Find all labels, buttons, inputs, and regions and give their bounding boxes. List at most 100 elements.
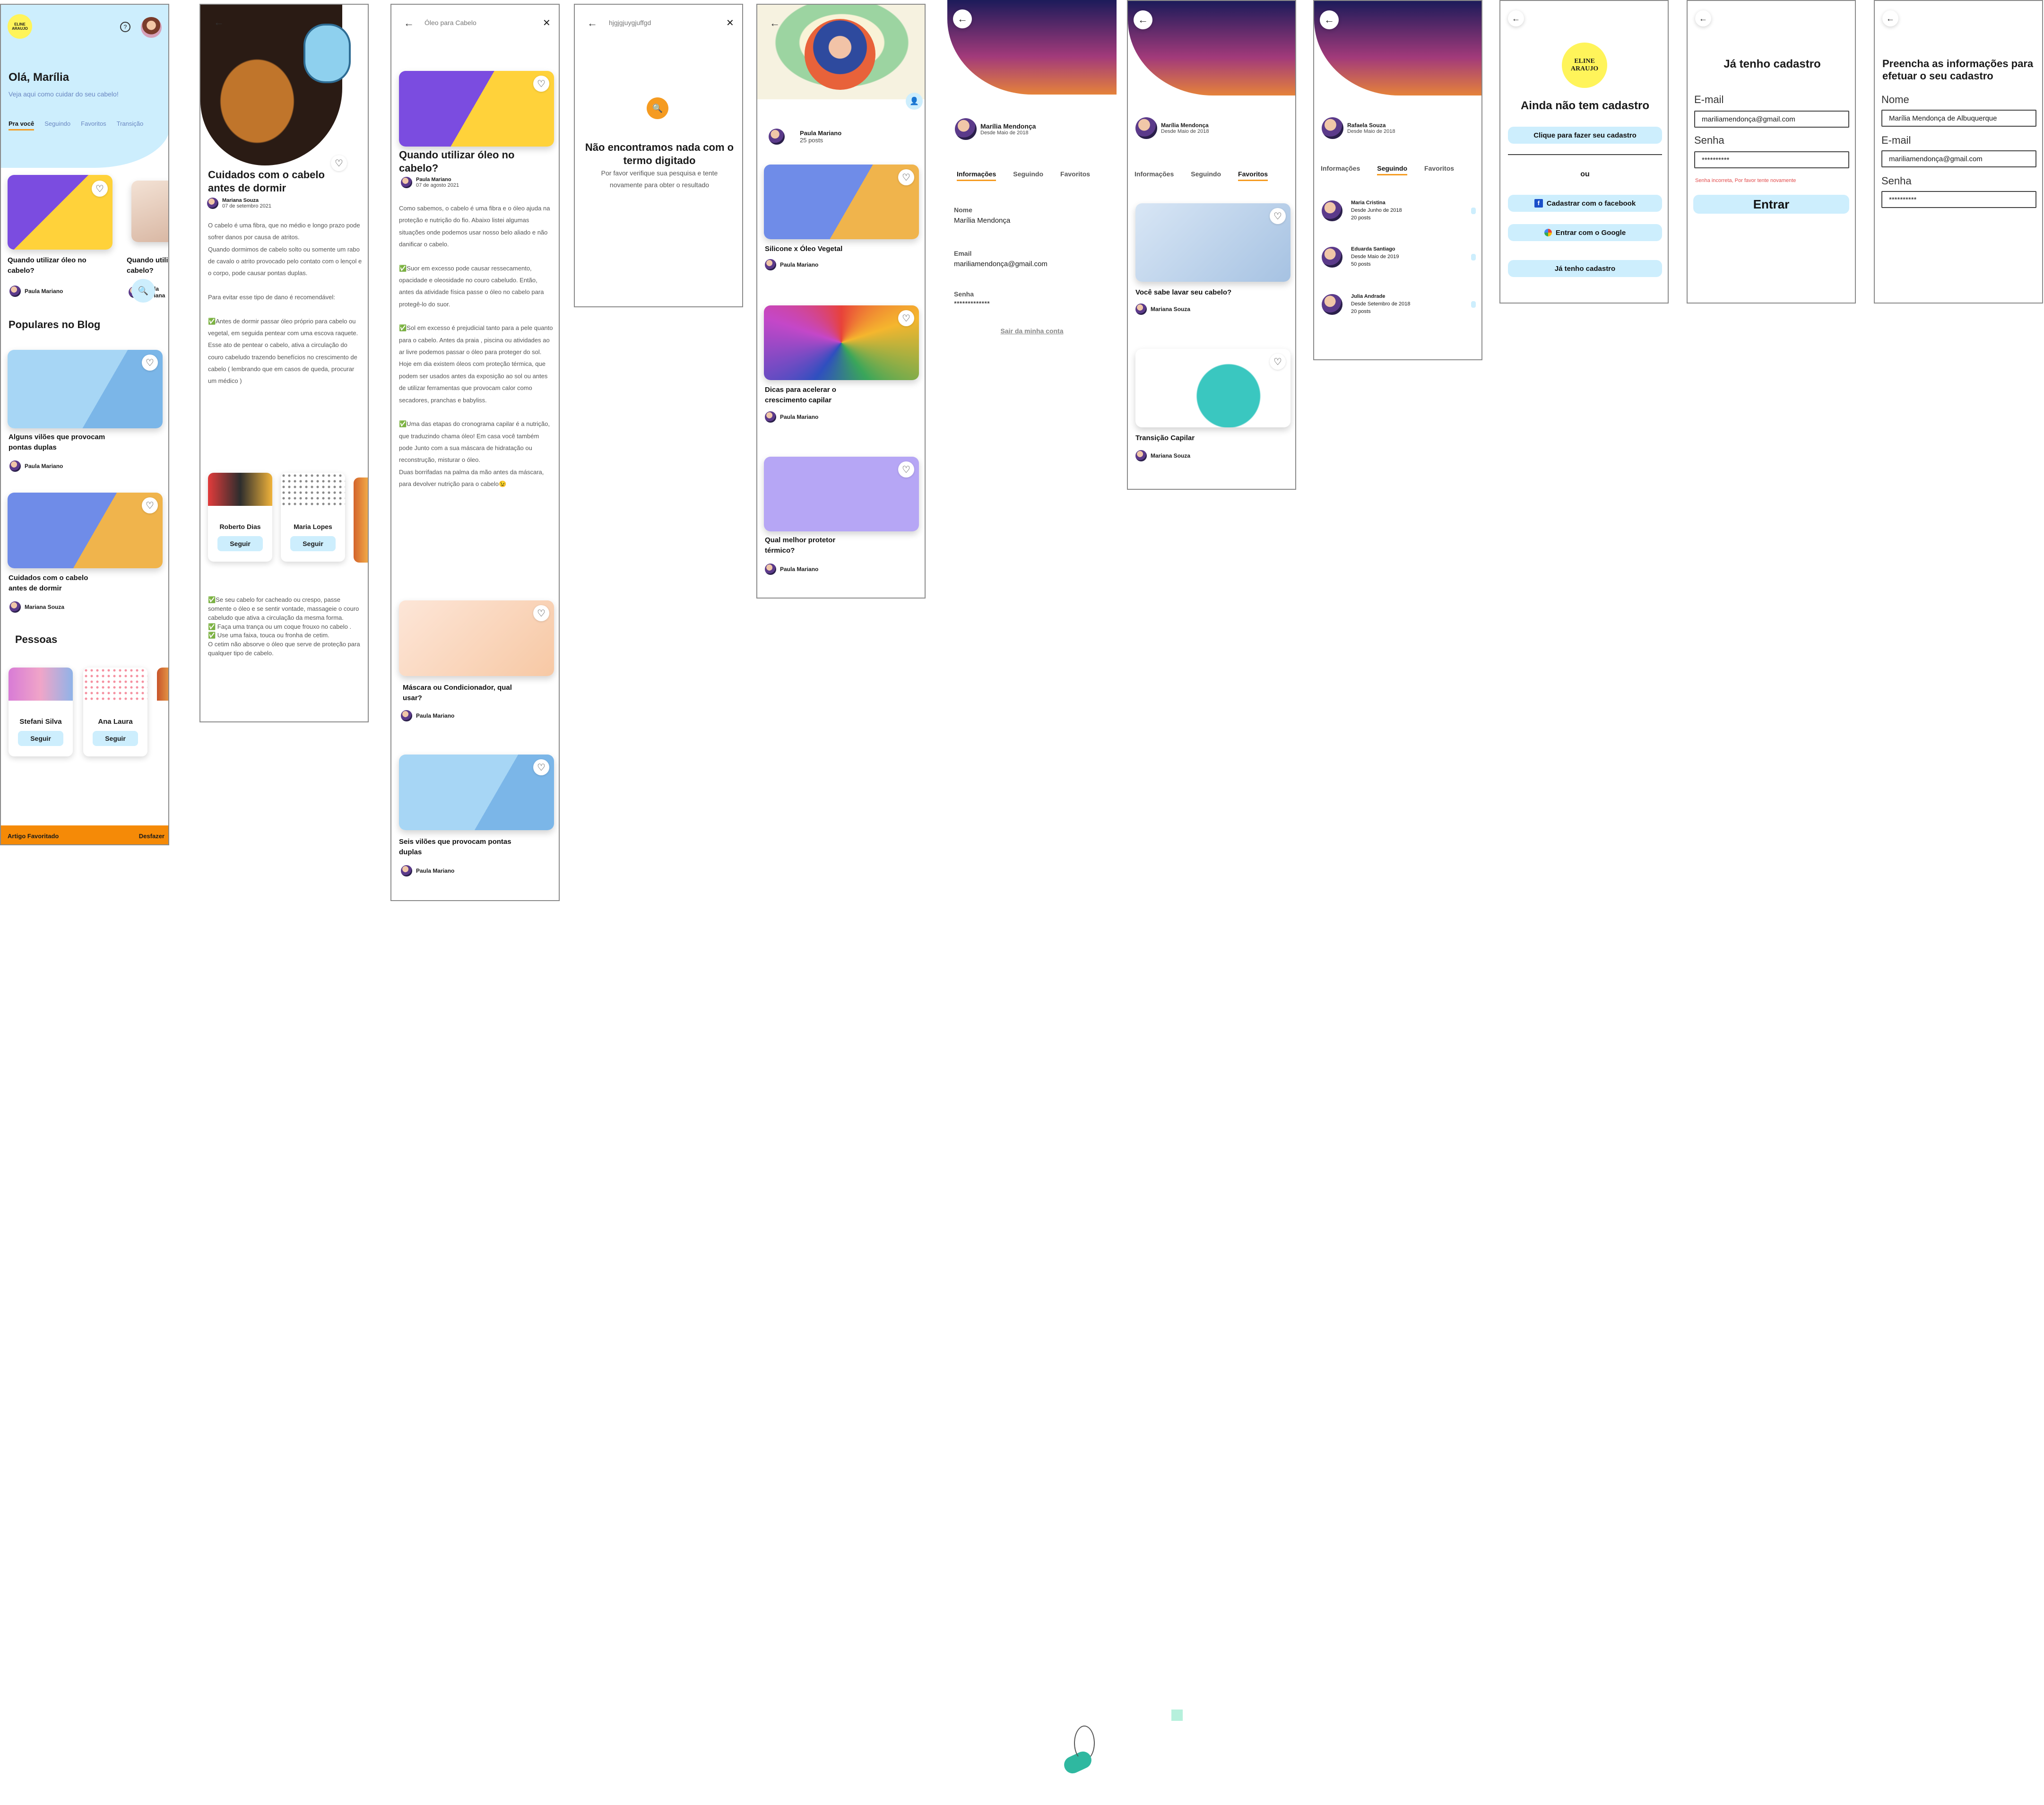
password-value: ************* [954,300,990,308]
following-item[interactable]: Julia Andrade Desde Setembro de 2018 20 … [1322,293,1476,316]
author-article-title-2[interactable]: Dicas para acelerar o crescimento capila… [765,385,859,406]
back-arrow-icon[interactable]: ← [770,17,780,29]
google-button[interactable]: Entrar com o Google [1508,224,1662,241]
follow-button[interactable]: Seguir [217,536,263,551]
back-arrow-icon[interactable]: ← [1508,10,1524,26]
tab-informacoes[interactable]: Informações [1135,170,1174,181]
email-field[interactable]: mariliamendonça@gmail.com [1694,111,1849,128]
tab-transicao[interactable]: Transição [117,120,144,130]
back-arrow-icon[interactable]: ← [1320,10,1339,29]
signup-button[interactable]: Clique para fazer seu cadastro [1508,127,1662,144]
heart-icon[interactable]: ♡ [1270,208,1286,224]
author-article-image[interactable]: ♡ [764,165,919,239]
tab-seguindo[interactable]: Seguindo [1377,165,1408,175]
related-title[interactable]: Máscara ou Condicionador, qual usar? [403,683,516,703]
favorite-title[interactable]: Você sabe lavar seu cabelo? [1135,287,1231,298]
close-icon[interactable]: ✕ [726,17,734,29]
featured-title[interactable]: Quando utilizar óleo no cabelo? [8,255,102,276]
back-arrow-icon[interactable]: ← [1882,10,1898,26]
person-card[interactable]: Ana Laura Seguir [83,668,147,756]
password-field[interactable]: ********** [1881,191,2036,208]
author-avatar [207,198,218,209]
popular-title-2[interactable]: Cuidados com o cabelo antes de dormir [9,573,103,594]
heart-icon[interactable]: ♡ [898,310,914,326]
article-body: Como sabemos, o cabelo é uma fibra e o ó… [399,205,553,487]
name-field[interactable]: Marília Mendonça de Albuquerque [1881,110,2036,127]
author-article-image-2[interactable]: ♡ [764,305,919,380]
related-card-image[interactable]: ♡ [399,600,554,676]
home-screen: ELINE ARAUJO ? Olá, Marília Veja aqui co… [0,4,169,845]
tab-favoritos[interactable]: Favoritos [81,120,106,130]
follow-fab[interactable]: 👤 [906,93,923,110]
person-card[interactable]: Stefani Silva Seguir [9,668,73,756]
heart-icon[interactable]: ♡ [533,759,549,775]
back-arrow-icon[interactable]: ← [953,9,972,28]
tab-seguindo[interactable]: Seguindo [44,120,70,130]
author-name: Mariana Souza [1151,306,1191,312]
unfollow-icon[interactable] [1471,253,1476,260]
back-arrow-icon[interactable]: ← [1134,10,1152,29]
tab-favoritos[interactable]: Favoritos [1238,170,1268,181]
follow-button[interactable]: Seguir [18,731,63,746]
popular-title[interactable]: Alguns vilões que provocam pontas duplas [9,432,127,453]
back-arrow-icon[interactable]: ← [404,17,414,29]
heart-icon[interactable]: ♡ [1270,354,1286,370]
author-name: Paula Mariano [416,868,455,874]
heart-icon[interactable]: ♡ [142,497,158,513]
popular-card-image[interactable]: ♡ [8,350,163,428]
following-avatar [1322,294,1342,315]
heart-icon[interactable]: ♡ [92,181,108,197]
tab-favoritos[interactable]: Favoritos [1424,165,1454,175]
popular-card-image-2[interactable]: ♡ [8,493,163,568]
back-arrow-icon[interactable]: ← [1695,10,1711,26]
favorite-card-image[interactable]: ♡ [1135,203,1290,282]
search-input[interactable]: hjgjgjuygjuffgd [609,19,651,26]
submit-button[interactable]: Entrar [1693,195,1849,214]
related-card-image-2[interactable]: ♡ [399,755,554,830]
author-article-image-3[interactable]: ♡ [764,457,919,531]
heart-icon[interactable]: ♡ [898,169,914,185]
related-title-2[interactable]: Seis vilões que provocam pontas duplas [399,837,512,858]
tab-pra-voce[interactable]: Pra você [9,120,35,130]
profile-avatar [1135,117,1157,139]
close-icon[interactable]: ✕ [543,17,551,29]
author-article-title[interactable]: Silicone x Óleo Vegetal [765,244,842,254]
password-field[interactable]: ********** [1694,151,1849,168]
favorite-title-2[interactable]: Transição Capilar [1135,433,1195,443]
email-field[interactable]: mariliamendonça@gmail.com [1881,150,2036,167]
tab-informacoes[interactable]: Informações [1321,165,1360,175]
follow-button[interactable]: Seguir [290,536,336,551]
following-item[interactable]: Maria Cristina Desde Junho de 2018 20 po… [1322,200,1476,222]
tab-seguindo[interactable]: Seguindo [1191,170,1221,181]
tab-seguindo[interactable]: Seguindo [1013,170,1043,181]
logout-link[interactable]: Sair da minha conta [947,327,1117,335]
login-button[interactable]: Já tenho cadastro [1508,260,1662,277]
unfollow-icon[interactable] [1471,207,1476,214]
back-arrow-icon[interactable]: ← [587,17,598,29]
undo-button[interactable]: Desfazer [139,833,165,840]
heart-icon[interactable]: ♡ [533,605,549,621]
author-article-author-3: Paula Mariano [765,564,818,575]
tab-informacoes[interactable]: Informações [957,170,996,181]
heart-icon[interactable]: ♡ [142,355,158,371]
favorite-card-image-2[interactable]: ♡ [1135,349,1290,427]
back-arrow-icon[interactable]: ← [214,16,224,28]
facebook-button[interactable]: f Cadastrar com o facebook [1508,195,1662,212]
unfollow-icon[interactable] [1471,301,1476,308]
featured-card-image[interactable]: ♡ [8,175,113,250]
avatar[interactable] [141,17,162,38]
heart-icon[interactable]: ♡ [898,461,914,477]
person-card[interactable]: Maria Lopes Seguir [281,473,345,562]
following-item[interactable]: Eduarda Santiago Desde Maio de 2019 50 p… [1322,246,1476,269]
search-fab[interactable]: 🔍 [131,279,155,303]
featured-card-image-2[interactable] [131,181,168,242]
favorites-screen: ← Marília Mendonça Desde Maio de 2018 In… [1127,0,1296,490]
help-icon[interactable]: ? [120,22,130,32]
heart-icon[interactable]: ♡ [533,76,549,92]
tab-favoritos[interactable]: Favoritos [1060,170,1090,181]
search-input[interactable]: Óleo para Cabelo [424,19,476,26]
author-article-title-3[interactable]: Qual melhor protetor térmico? [765,535,859,556]
follow-button[interactable]: Seguir [93,731,138,746]
person-card[interactable]: Roberto Dias Seguir [208,473,272,562]
featured-title-2[interactable]: Quando utili cabelo? [127,255,168,276]
